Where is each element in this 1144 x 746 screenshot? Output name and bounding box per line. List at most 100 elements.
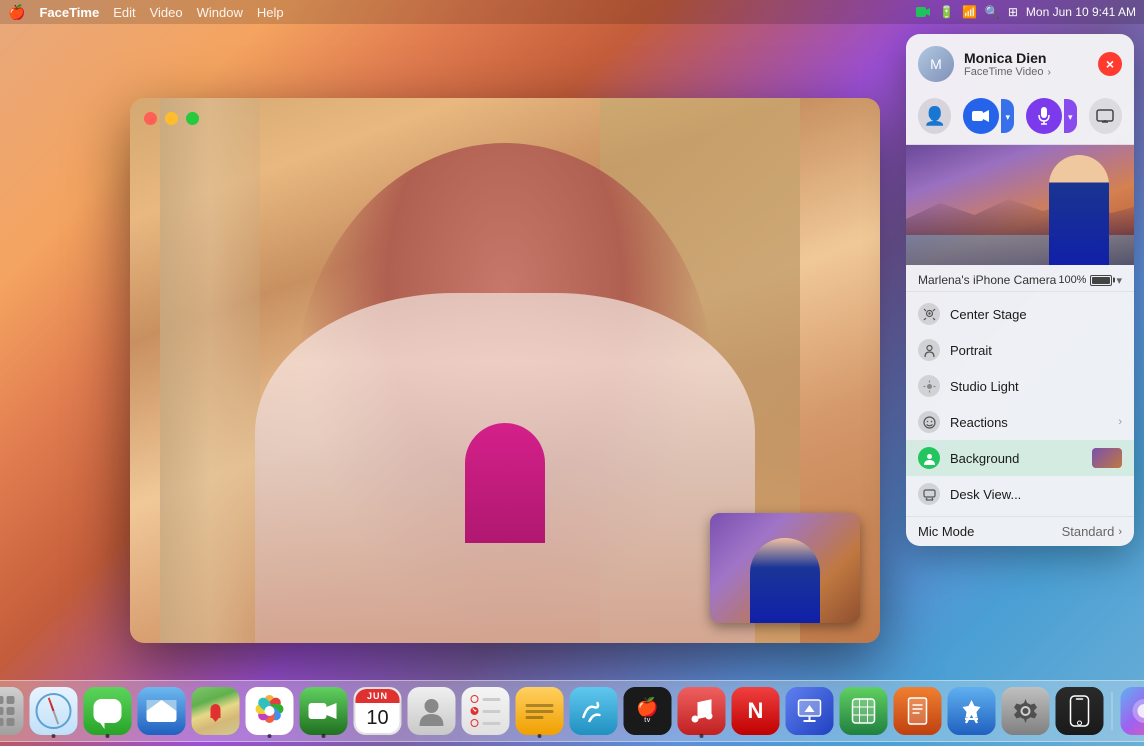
fullscreen-button-dot[interactable]	[186, 112, 199, 125]
video-icon	[972, 109, 990, 123]
music-dot	[700, 734, 704, 738]
mail-flap-r	[162, 700, 177, 711]
dock-icon-music[interactable]	[678, 687, 726, 735]
dock-icon-news[interactable]: N	[732, 687, 780, 735]
traffic-lights	[144, 112, 199, 125]
camera-effects-menu: Center Stage Portrait Stu	[906, 292, 1134, 516]
dock-icon-numbers[interactable]	[840, 687, 888, 735]
notes-bg	[516, 687, 564, 735]
menubar-edit[interactable]: Edit	[113, 5, 135, 20]
battery-fill	[1092, 277, 1110, 284]
mic-mode-row[interactable]: Mic Mode Standard ›	[906, 516, 1134, 546]
menu-item-studio-light[interactable]: Studio Light	[906, 368, 1134, 404]
mail-bg	[138, 687, 186, 735]
close-call-button[interactable]: ×	[1098, 52, 1122, 76]
menu-item-portrait[interactable]: Portrait	[906, 332, 1134, 368]
settings-bg	[1002, 687, 1050, 735]
dock-icon-mail[interactable]	[138, 687, 186, 735]
dock-icon-keynote[interactable]	[786, 687, 834, 735]
numbers-bg	[840, 687, 888, 735]
menubar-help[interactable]: Help	[257, 5, 284, 20]
news-n-icon: N	[748, 698, 764, 724]
dock-icon-messages[interactable]	[84, 687, 132, 735]
reactions-arrow: ›	[1118, 416, 1122, 428]
dock-icon-contacts[interactable]	[408, 687, 456, 735]
self-view-thumbnail[interactable]	[710, 513, 860, 623]
dock-icon-settings[interactable]	[1002, 687, 1050, 735]
mail-envelope	[147, 700, 177, 722]
dock-icon-facetime[interactable]	[300, 687, 348, 735]
reminder-row	[471, 719, 501, 727]
reminders-list	[471, 695, 501, 727]
panel-video-preview	[906, 145, 1134, 265]
menubar-control-center[interactable]: ⊞	[1008, 5, 1018, 19]
menubar-app-name[interactable]: FaceTime	[39, 5, 99, 20]
iphone-mirror-icon	[1070, 695, 1090, 727]
share-screen-button[interactable]	[1089, 98, 1122, 134]
launchpad-bg	[0, 687, 24, 735]
preview-person-area	[1044, 150, 1114, 265]
dock-icon-notes[interactable]	[516, 687, 564, 735]
call-panel: M Monica Dien FaceTime Video › × 👤	[906, 34, 1134, 546]
dock-icon-photos[interactable]	[246, 687, 294, 735]
menubar-search[interactable]: 🔍	[985, 5, 1000, 19]
minimize-button-dot[interactable]	[165, 112, 178, 125]
apple-menu[interactable]: 🍎	[8, 4, 25, 21]
close-button-dot[interactable]	[144, 112, 157, 125]
background-icon	[918, 447, 940, 469]
menu-item-center-stage[interactable]: Center Stage	[906, 296, 1134, 332]
dock-icon-reminders[interactable]	[462, 687, 510, 735]
reminder-row	[471, 707, 501, 715]
dock-icon-launchpad[interactable]	[0, 687, 24, 735]
calendar-face: JUN 10	[355, 688, 401, 734]
facetime-menubar-icon[interactable]	[915, 5, 931, 19]
photos-bg	[246, 687, 294, 735]
compass-needle-gray	[53, 711, 60, 725]
battery-bar-icon	[1090, 275, 1112, 286]
mic-chevron[interactable]: ▾	[1064, 99, 1077, 133]
video-button[interactable]	[963, 98, 999, 134]
dock-icon-calendar[interactable]: JUN 10	[354, 687, 402, 735]
iphone-mirror-bg	[1056, 687, 1104, 735]
news-bg: N	[732, 687, 780, 735]
thumb-person	[750, 538, 820, 623]
contacts-icon	[419, 696, 445, 726]
lp-dot	[0, 707, 4, 715]
messages-dot	[106, 734, 110, 738]
safari-compass	[36, 693, 72, 729]
facetime-camera-icon	[309, 700, 339, 722]
dock-icon-pages[interactable]	[894, 687, 942, 735]
dock-icon-appstore[interactable]	[948, 687, 996, 735]
menubar-wifi: 📶	[962, 5, 977, 19]
portrait-label: Portrait	[950, 343, 1122, 358]
battery-percent: 100%	[1058, 274, 1086, 286]
camera-row: Marlena's iPhone Camera 100% ▾	[906, 265, 1134, 292]
studio-light-icon	[918, 375, 940, 397]
contact-info: Monica Dien FaceTime Video ›	[964, 50, 1088, 78]
dock-icon-safari[interactable]	[30, 687, 78, 735]
dock-icon-iphone-mirroring[interactable]	[1056, 687, 1104, 735]
dock-icon-siri[interactable]	[1121, 687, 1144, 735]
facetime-window	[130, 98, 880, 643]
menubar-right: 🔋 📶 🔍 ⊞ Mon Jun 10 9:41 AM	[915, 5, 1136, 19]
menubar-video[interactable]: Video	[150, 5, 183, 20]
menubar-window[interactable]: Window	[197, 5, 243, 20]
dock-icon-appletv[interactable]: 🍎 tv	[624, 687, 672, 735]
preview-person-body	[1049, 155, 1109, 265]
menu-item-background[interactable]: Background	[906, 440, 1134, 476]
dock-icon-freeform[interactable]	[570, 687, 618, 735]
appstore-bg	[948, 687, 996, 735]
panel-header: M Monica Dien FaceTime Video › ×	[906, 34, 1134, 90]
menu-item-desk-view[interactable]: Desk View...	[906, 476, 1134, 512]
camera-expand-chevron[interactable]: ▾	[1116, 274, 1122, 287]
compass-needle-red	[48, 698, 55, 712]
mic-button[interactable]	[1026, 98, 1062, 134]
video-control-group: ▾	[963, 98, 1014, 134]
desk-view-svg	[923, 488, 936, 501]
dock-icon-maps[interactable]	[192, 687, 240, 735]
video-chevron[interactable]: ▾	[1001, 99, 1014, 133]
person-button[interactable]: 👤	[918, 98, 951, 134]
checkmark	[472, 707, 476, 711]
rem-circle	[471, 695, 479, 703]
menu-item-reactions[interactable]: Reactions ›	[906, 404, 1134, 440]
